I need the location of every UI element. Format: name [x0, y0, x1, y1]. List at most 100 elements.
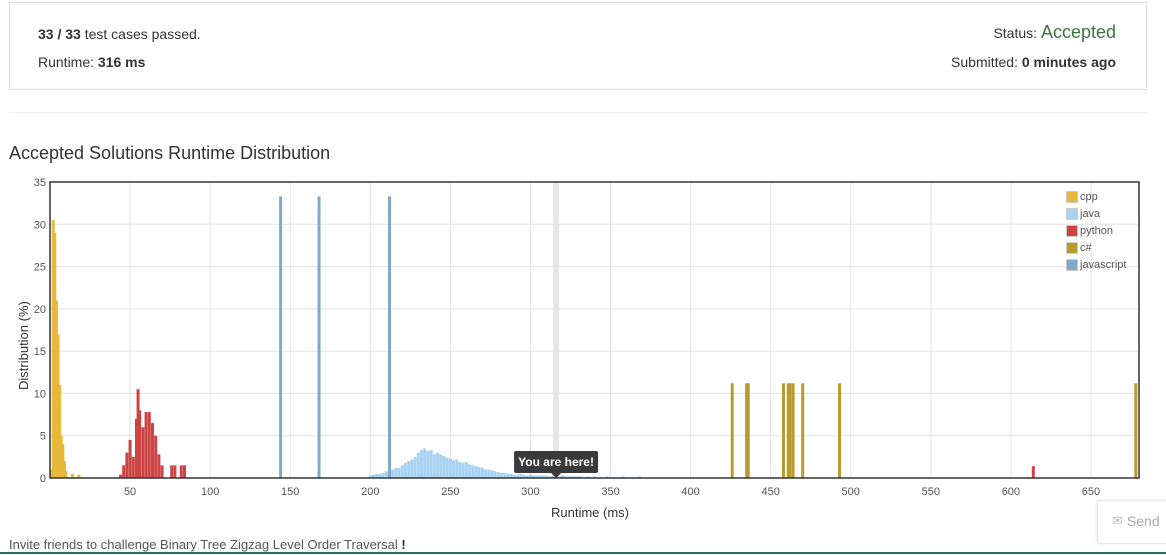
y-tick-label: 0 [40, 473, 46, 485]
bar-cpp [54, 300, 58, 478]
bar-java [439, 454, 443, 478]
bar-java [426, 450, 430, 478]
bar-java [448, 458, 452, 478]
legend-item-python: python [1066, 222, 1126, 239]
bar-java [423, 448, 427, 478]
runtime-summary: Runtime: 316 ms [38, 54, 145, 70]
plot-area [50, 182, 1139, 478]
bar-series [1031, 466, 1035, 478]
chart-title: Accepted Solutions Runtime Distribution [9, 143, 331, 163]
bar-cpp [61, 444, 65, 478]
bar-java [461, 462, 465, 478]
bar-python [134, 418, 138, 478]
legend-item-c#: c# [1066, 239, 1126, 256]
runtime-label: Runtime: [38, 54, 95, 70]
bar-java [564, 476, 568, 478]
bar-java [445, 457, 449, 478]
legend-swatch [1066, 224, 1078, 237]
bar-java [509, 473, 513, 478]
bar-java [432, 454, 436, 478]
bar-c# [838, 383, 842, 478]
legend-label: python [1080, 224, 1114, 237]
bar-java [560, 475, 564, 478]
bar-python [154, 435, 158, 478]
y-tick-label: 20 [34, 304, 46, 316]
passed-suffix: test cases passed. [84, 26, 201, 42]
bar-java [487, 469, 491, 478]
bar-java [570, 476, 574, 478]
bar-java [621, 476, 625, 478]
y-tick-label: 5 [40, 431, 46, 443]
bar-java [548, 476, 552, 478]
bar-cpp [56, 334, 60, 478]
bar-java [484, 469, 488, 478]
bar-javascript [388, 196, 392, 478]
bar-java [404, 462, 408, 478]
bar-python [138, 410, 142, 478]
bar-cpp [50, 469, 54, 478]
bar-python [147, 412, 151, 478]
bar-java [500, 472, 504, 478]
bar-c# [746, 383, 750, 478]
bar-java [397, 467, 401, 478]
submission-result-panel: 33 / 33 test cases passed. Runtime: 316 … [9, 2, 1147, 90]
bar-java [420, 450, 424, 478]
bar-java [538, 475, 542, 478]
status-value: Accepted [1040, 22, 1116, 42]
y-axis-title: Distribution (%) [16, 301, 31, 390]
runtime-value: 316 ms [97, 54, 146, 70]
bar-java [388, 469, 392, 478]
bar-java [516, 474, 520, 478]
bar-java [471, 465, 475, 478]
bar-python [179, 465, 183, 478]
marker-tooltip-arrow [551, 473, 562, 478]
mail-icon: ✉ [1112, 513, 1123, 528]
bar-java [512, 474, 516, 478]
bar-java [493, 471, 497, 478]
y-tick-label: 25 [34, 262, 46, 274]
bar-java [455, 459, 459, 478]
bar-c# [781, 383, 785, 478]
bar-java [605, 476, 609, 478]
legend-swatch [1066, 190, 1078, 203]
bar-java [368, 475, 372, 478]
bar-python [128, 439, 132, 478]
bar-python [118, 474, 122, 478]
legend-item-cpp: cpp [1066, 188, 1126, 205]
legend-label: cpp [1080, 190, 1098, 203]
bar-java [378, 473, 382, 478]
x-tick-label: 250 [441, 486, 459, 498]
x-tick-label: 100 [201, 486, 219, 498]
bar-java [586, 476, 590, 478]
bar-java [436, 452, 440, 478]
x-tick-label: 400 [681, 486, 699, 498]
send-button[interactable]: ✉ Send [1112, 513, 1160, 529]
bar-cpp [58, 384, 62, 478]
bar-python [170, 465, 174, 478]
bar-java [442, 456, 446, 478]
y-tick-label: 15 [34, 346, 46, 358]
bar-java [573, 476, 577, 478]
x-tick-label: 200 [361, 486, 379, 498]
bar-c# [801, 383, 805, 478]
bar-python [173, 465, 177, 478]
bar-java [580, 476, 584, 478]
count-separator: / [57, 26, 62, 42]
bar-cpp [59, 435, 63, 478]
bar-java [458, 461, 462, 478]
bar-cpp [53, 232, 57, 478]
bar-c# [1134, 383, 1138, 478]
bar-java [394, 467, 398, 478]
y-tick-label: 10 [34, 388, 46, 400]
legend-item-javascript: javascript [1066, 256, 1126, 273]
x-tick-label: 50 [124, 486, 136, 498]
bar-java [519, 473, 523, 478]
bar-python [150, 423, 154, 478]
bar-java [522, 474, 526, 478]
bar-java [480, 467, 484, 478]
bar-java [503, 472, 507, 478]
legend-label: c# [1080, 241, 1092, 254]
bar-python [125, 452, 129, 478]
x-tick-label: 550 [922, 486, 940, 498]
total-count: 33 [65, 26, 81, 42]
